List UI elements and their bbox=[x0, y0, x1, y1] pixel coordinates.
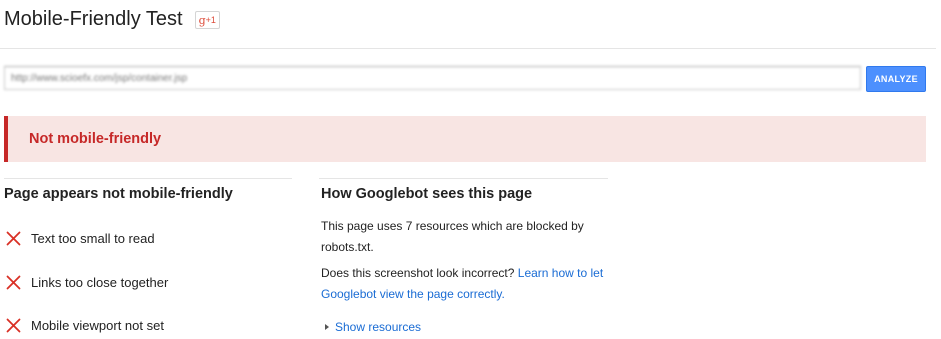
googlebot-heading: How Googlebot sees this page bbox=[321, 186, 533, 202]
result-status: Not mobile-friendly bbox=[29, 131, 162, 147]
issue-item: Text too small to read bbox=[6, 229, 155, 247]
header-divider bbox=[0, 48, 936, 49]
question-text: Does this screenshot look incorrect? bbox=[321, 266, 518, 280]
issue-item: Links too close together bbox=[6, 273, 168, 291]
red-x-icon bbox=[6, 275, 21, 289]
red-x-icon bbox=[6, 231, 21, 245]
issue-label: Links too close together bbox=[31, 274, 169, 290]
issue-item: Mobile viewport not set bbox=[6, 316, 164, 334]
show-resources-toggle[interactable]: Show resources bbox=[325, 320, 421, 334]
page-header: Mobile-Friendly Test g+1 bbox=[4, 4, 220, 34]
gplus-g-label: g bbox=[198, 14, 206, 27]
right-section-divider bbox=[319, 178, 608, 179]
blocked-resources-text: This page uses 7 resources which are blo… bbox=[321, 219, 584, 254]
url-input[interactable] bbox=[4, 66, 861, 90]
google-plus-one-button[interactable]: g+1 bbox=[194, 11, 220, 29]
screenshot-question: Does this screenshot look incorrect? Lea… bbox=[321, 263, 611, 305]
page-title: Mobile-Friendly Test bbox=[4, 7, 183, 30]
left-section-divider bbox=[4, 178, 292, 179]
result-banner: Not mobile-friendly bbox=[4, 116, 926, 162]
gplus-plus-label: +1 bbox=[205, 15, 216, 25]
red-x-icon bbox=[6, 318, 21, 332]
issues-heading: Page appears not mobile-friendly bbox=[4, 186, 233, 202]
issue-label: Text too small to read bbox=[31, 230, 155, 246]
show-resources-label: Show resources bbox=[335, 320, 422, 334]
analyze-button[interactable]: ANALYZE bbox=[866, 66, 926, 92]
issue-label: Mobile viewport not set bbox=[31, 317, 164, 333]
expand-triangle-icon bbox=[325, 324, 329, 330]
